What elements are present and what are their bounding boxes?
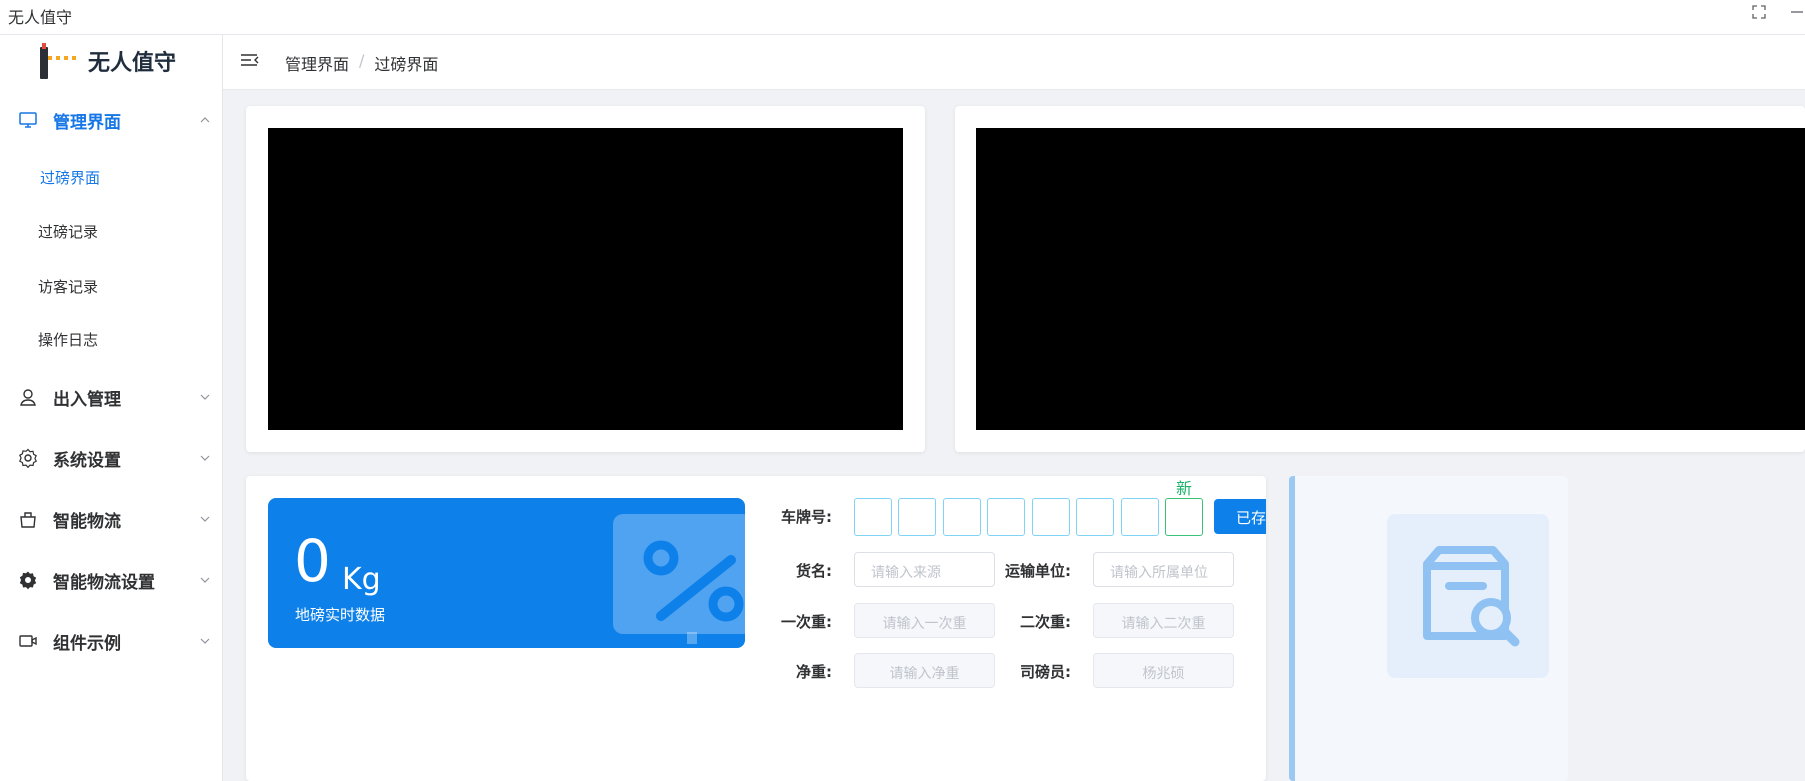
chevron-down-icon: [200, 577, 210, 583]
chevron-up-icon: [200, 117, 210, 123]
sidebar-group-access[interactable]: 出入管理: [0, 369, 222, 425]
plate-char-input-2[interactable]: [898, 498, 936, 536]
sidebar-item-label: 访客记录: [38, 277, 99, 296]
bag-icon: [20, 512, 36, 528]
fullscreen-icon[interactable]: [1751, 4, 1767, 24]
saved-vehicles-button[interactable]: 已存: [1214, 499, 1266, 534]
sidebar-item-label: 过磅界面: [40, 168, 101, 187]
plate-label: 车牌号:: [781, 508, 832, 526]
plate-char-input-6[interactable]: [1076, 498, 1114, 536]
goods-input[interactable]: 请输入来源: [854, 552, 995, 587]
sidebar: 无人值守 管理界面 过磅界面 过磅记录 访客记录 操作日志 出入管理 系统设置: [0, 35, 223, 781]
second-weight-input[interactable]: 请输入二次重: [1093, 603, 1234, 638]
camera-feed-2: [976, 128, 1805, 430]
sidebar-item-operation-log[interactable]: 操作日志: [0, 314, 222, 364]
sidebar-item-label: 操作日志: [38, 330, 99, 349]
percent-icon-bg: [613, 514, 745, 646]
menu-fold-icon[interactable]: [240, 51, 260, 71]
logo[interactable]: 无人值守: [0, 35, 222, 90]
package-search-icon: [1423, 546, 1520, 647]
camera-feed-1: [268, 128, 903, 430]
video-icon: [19, 635, 37, 647]
first-weight-label: 一次重:: [781, 613, 832, 631]
sidebar-group-system-settings[interactable]: 系统设置: [0, 430, 222, 486]
first-weight-input[interactable]: 请输入一次重: [854, 603, 995, 638]
breadcrumb-item-current: 过磅界面: [374, 55, 439, 74]
record-search-panel: [1289, 476, 1568, 781]
window-controls: [1751, 4, 1805, 24]
sidebar-group-label: 智能物流设置: [53, 572, 155, 593]
weigher-input[interactable]: 杨兆硕: [1093, 653, 1234, 688]
weigher-label: 司磅员:: [1020, 663, 1071, 681]
camera-card-1: [246, 106, 925, 452]
plate-char-input-7[interactable]: [1121, 498, 1159, 536]
chevron-down-icon: [200, 516, 210, 522]
package-search-tile[interactable]: [1387, 514, 1549, 678]
sidebar-item-visitor-records[interactable]: 访客记录: [0, 261, 222, 311]
plate-char-input-5[interactable]: [1032, 498, 1070, 536]
barrier-gate-logo: [40, 43, 76, 79]
breadcrumb-item[interactable]: 管理界面: [285, 51, 349, 75]
weight-value: 0: [294, 527, 331, 595]
plate-char-input-1[interactable]: [854, 498, 892, 536]
second-weight-label: 二次重:: [1020, 613, 1071, 631]
chevron-down-icon: [200, 638, 210, 644]
sidebar-group-management[interactable]: 管理界面: [0, 92, 222, 148]
chevron-down-icon: [200, 394, 210, 400]
sidebar-group-label: 组件示例: [53, 633, 121, 654]
gear-icon: [19, 571, 37, 590]
plate-char-input-3[interactable]: [943, 498, 981, 536]
net-weight-label: 净重:: [796, 663, 832, 681]
sidebar-item-label: 过磅记录: [38, 222, 99, 241]
sidebar-item-weighing[interactable]: 过磅界面: [0, 152, 222, 202]
sidebar-group-label: 智能物流: [53, 511, 121, 532]
weight-display: 0 Kg 地磅实时数据: [268, 498, 745, 648]
camera-card-2: [955, 106, 1805, 452]
new-energy-tag: 新: [1176, 479, 1193, 498]
plate-char-input-4[interactable]: [987, 498, 1025, 536]
user-icon: [20, 389, 36, 406]
breadcrumb-separator: /: [359, 51, 365, 70]
monitor-icon: [19, 112, 37, 128]
logo-text: 无人值守: [88, 51, 177, 76]
chevron-down-icon: [200, 455, 210, 461]
minimize-icon[interactable]: [1789, 4, 1805, 24]
transport-label: 运输单位:: [1005, 562, 1071, 580]
window-titlebar: 无人值守: [0, 0, 1805, 35]
sidebar-group-smart-logistics[interactable]: 智能物流: [0, 491, 222, 547]
transport-unit-input[interactable]: 请输入所属单位: [1093, 552, 1234, 587]
sidebar-group-component-examples[interactable]: 组件示例: [0, 613, 222, 669]
goods-label: 货名:: [796, 562, 832, 580]
plate-char-input-new-energy[interactable]: [1165, 498, 1203, 536]
window-title: 无人值守: [8, 8, 73, 27]
sidebar-group-logistics-settings[interactable]: 智能物流设置: [0, 552, 222, 608]
sidebar-group-label: 系统设置: [53, 450, 121, 471]
weight-caption: 地磅实时数据: [295, 606, 386, 624]
settings-icon: [19, 448, 37, 468]
net-weight-input[interactable]: 请输入净重: [854, 653, 995, 688]
top-navbar: 管理界面 / 过磅界面: [223, 35, 1805, 90]
breadcrumb: 管理界面 / 过磅界面: [285, 51, 438, 75]
percent-icon: [643, 540, 744, 646]
sidebar-item-weighing-records[interactable]: 过磅记录: [0, 206, 222, 256]
sidebar-group-label: 出入管理: [53, 389, 121, 410]
sidebar-group-label: 管理界面: [53, 112, 121, 133]
weight-unit: Kg: [342, 562, 381, 597]
